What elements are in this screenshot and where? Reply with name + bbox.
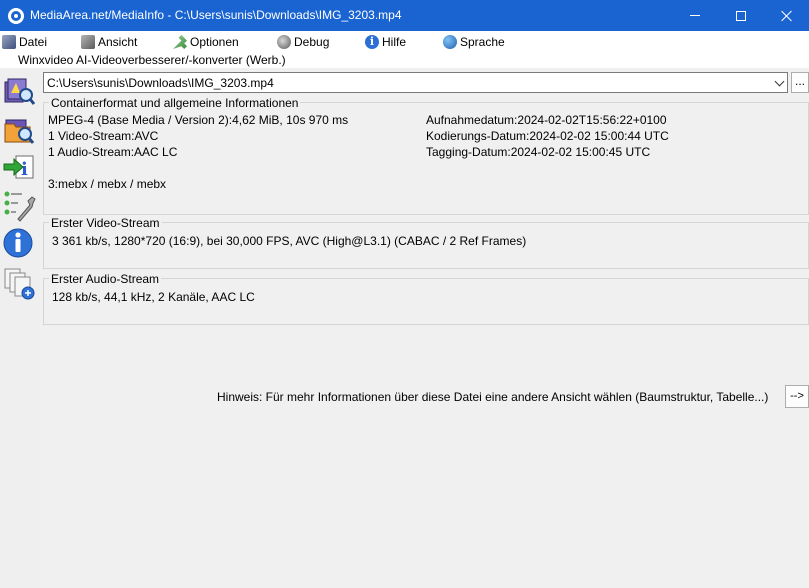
video-stream-heading: Erster Video-Stream bbox=[49, 216, 162, 230]
view-hint-text: Hinweis: Für mehr Informationen über die… bbox=[217, 390, 769, 404]
menu-bar: Datei Ansicht Optionen Debug i Hilfe Spr… bbox=[0, 31, 809, 51]
open-folder-button[interactable] bbox=[2, 112, 36, 146]
preferences-button[interactable] bbox=[2, 188, 36, 222]
close-icon bbox=[781, 10, 793, 22]
main-panel: C:\Users\sunis\Downloads\IMG_3203.mp4 ..… bbox=[40, 68, 809, 588]
general-tagged-date: Tagging-Datum:2024-02-02 15:00:45 UTC bbox=[426, 145, 651, 159]
mediainfo-logo-icon bbox=[8, 8, 24, 24]
menu-ansicht[interactable]: Ansicht bbox=[81, 33, 137, 51]
about-icon bbox=[3, 228, 33, 258]
video-stream-group: Erster Video-Stream 3 361 kb/s, 1280*720… bbox=[43, 216, 809, 269]
general-audio-count: 1 Audio-Stream:AAC LC bbox=[48, 145, 178, 159]
general-format: MPEG-4 (Base Media / Version 2):4,62 MiB… bbox=[48, 113, 349, 127]
knowledge-base-button[interactable] bbox=[2, 266, 36, 300]
maximize-button[interactable] bbox=[718, 0, 764, 31]
menu-datei[interactable]: Datei bbox=[2, 33, 47, 51]
general-recorded-date: Aufnahmedatum:2024-02-02T15:56:22+0100 bbox=[426, 113, 667, 127]
audio-stream-group: Erster Audio-Stream 128 kb/s, 44,1 kHz, … bbox=[43, 272, 809, 325]
video-stream-details: 3 361 kb/s, 1280*720 (16:9), bei 30,000 … bbox=[52, 234, 527, 248]
open-file-button[interactable] bbox=[2, 73, 36, 107]
menu-sprache-label: Sprache bbox=[460, 35, 505, 49]
file-path-combobox[interactable]: C:\Users\sunis\Downloads\IMG_3203.mp4 bbox=[43, 72, 788, 93]
export-button[interactable]: i bbox=[2, 150, 36, 184]
menu-hilfe[interactable]: i Hilfe bbox=[365, 33, 406, 51]
general-info-heading: Containerformat und allgemeine Informati… bbox=[49, 96, 301, 110]
file-icon bbox=[2, 35, 16, 49]
menu-hilfe-label: Hilfe bbox=[382, 35, 407, 49]
general-encoded-date: Kodierungs-Datum:2024-02-02 15:00:44 UTC bbox=[426, 129, 669, 143]
sidebar-toolbar: i bbox=[0, 68, 40, 588]
view-icon bbox=[81, 35, 95, 49]
globe-icon bbox=[443, 35, 457, 49]
general-brands: 3:mebx / mebx / mebx bbox=[48, 177, 167, 191]
help-icon: i bbox=[365, 35, 379, 49]
tools-icon bbox=[173, 35, 187, 49]
window-title: MediaArea.net/MediaInfo - C:\Users\sunis… bbox=[30, 8, 402, 22]
svg-text:i: i bbox=[21, 159, 28, 180]
menu-ansicht-label: Ansicht bbox=[98, 35, 138, 49]
general-video-count: 1 Video-Stream:AVC bbox=[48, 129, 159, 143]
title-bar: MediaArea.net/MediaInfo - C:\Users\sunis… bbox=[0, 0, 809, 31]
change-view-button[interactable]: --> bbox=[785, 385, 809, 408]
menu-debug[interactable]: Debug bbox=[277, 33, 329, 51]
open-folder-icon bbox=[4, 119, 35, 144]
minimize-icon bbox=[690, 15, 700, 16]
general-info-group: Containerformat und allgemeine Informati… bbox=[43, 96, 809, 215]
knowledge-base-icon bbox=[4, 268, 35, 300]
browse-button[interactable]: ... bbox=[791, 72, 809, 93]
export-icon: i bbox=[3, 155, 34, 180]
chevron-down-icon[interactable] bbox=[774, 76, 785, 87]
debug-icon bbox=[277, 35, 291, 49]
file-path-text: C:\Users\sunis\Downloads\IMG_3203.mp4 bbox=[47, 76, 274, 90]
maximize-icon bbox=[736, 10, 746, 21]
audio-stream-heading: Erster Audio-Stream bbox=[49, 272, 162, 286]
menu-datei-label: Datei bbox=[19, 35, 48, 49]
menu-optionen-label: Optionen bbox=[190, 35, 239, 49]
menu-debug-label: Debug bbox=[294, 35, 330, 49]
close-button[interactable] bbox=[764, 0, 809, 31]
about-button[interactable] bbox=[2, 226, 36, 260]
menu-sprache[interactable]: Sprache bbox=[443, 33, 505, 51]
menu-optionen[interactable]: Optionen bbox=[173, 33, 239, 51]
preferences-icon bbox=[4, 191, 36, 222]
audio-stream-details: 128 kb/s, 44,1 kHz, 2 Kanäle, AAC LC bbox=[52, 290, 255, 304]
open-file-icon bbox=[4, 78, 36, 105]
ad-banner[interactable]: Winxvideo AI-Videoverbesserer/-konverter… bbox=[18, 53, 286, 67]
minimize-button[interactable] bbox=[672, 0, 718, 31]
